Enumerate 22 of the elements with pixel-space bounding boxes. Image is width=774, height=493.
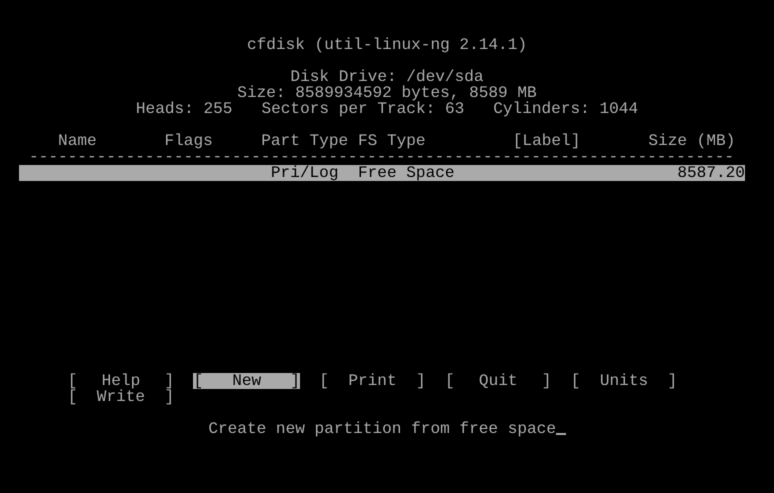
column-header: FS Type [358, 133, 426, 149]
table-cell: Free Space [358, 165, 455, 181]
status-message: Create new partition from free space [208, 421, 556, 437]
column-header: Part Type [261, 133, 348, 149]
menu-button[interactable]: [ Write ] [68, 389, 174, 405]
column-header: Flags [164, 133, 213, 149]
menu-button[interactable]: [ Quit ] [445, 373, 552, 389]
disk-info-line: Size: 8589934592 bytes, 8589 MB [237, 85, 537, 101]
menu-button[interactable]: [ Print ] [319, 373, 426, 389]
disk-info-line: Heads: 255 Sectors per Track: 63 Cylinders: 1044 [136, 101, 638, 117]
column-header: Name [58, 133, 97, 149]
table-cell: 8587.20 [677, 165, 745, 181]
program-title: cfdisk (util-linux-ng 2.14.1) [246, 37, 528, 53]
disk-info-line: Disk Drive: /dev/sda [290, 69, 484, 85]
menu-button[interactable]: [ Units ] [570, 373, 678, 389]
table-cell: Pri/Log [270, 165, 338, 181]
header-separator: ------------------------------------------------------------------------- [29, 149, 734, 165]
menu-button[interactable]: [ Help ] [68, 373, 174, 389]
column-header: Size (MB) [648, 133, 736, 149]
column-header: [Label] [512, 133, 580, 149]
menu-button[interactable]: [ New ] [193, 373, 300, 389]
partition-row[interactable]: Pri/Log Free Space 8587.20 [19, 165, 745, 181]
